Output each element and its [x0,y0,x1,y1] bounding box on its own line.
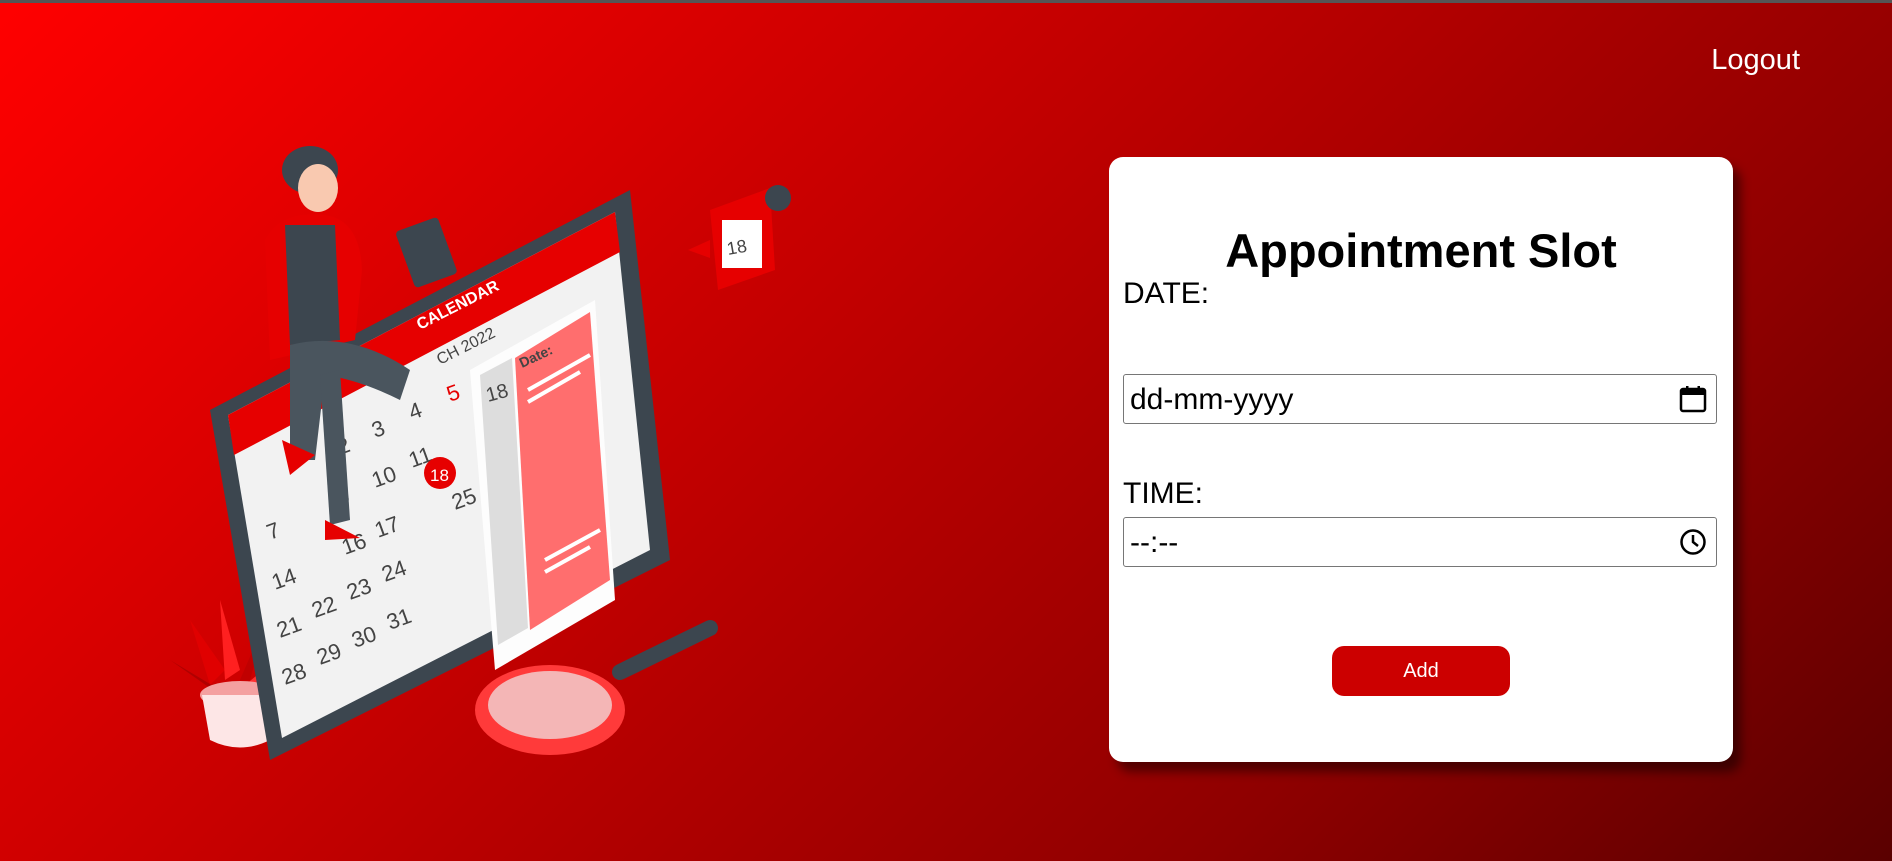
calendar-illustration: CALENDAR CH 2022 7 9 10 11 14 16 17 25 2… [170,146,791,760]
calendar-icon[interactable] [1678,384,1708,414]
clock-icon[interactable] [1678,527,1708,557]
page-title: Appointment Slot [1225,224,1617,277]
time-input[interactable]: --:-- [1123,517,1717,567]
calendar-badge-icon: 18 [688,185,791,290]
date-input[interactable]: dd-mm-yyyy [1123,374,1717,424]
highlighted-day: 18 [430,466,449,485]
date-label: DATE: [1123,277,1210,310]
date-placeholder: dd-mm-yyyy [1130,383,1294,416]
logout-link[interactable]: Logout [1711,44,1800,77]
appointment-card: Appointment Slot DATE: dd-mm-yyyy TIME: … [1109,157,1733,762]
add-button[interactable]: Add [1332,646,1510,696]
calendar-badge-day: 18 [725,236,748,259]
top-border [0,0,1892,3]
time-placeholder: --:-- [1130,526,1179,559]
time-label: TIME: [1123,477,1203,510]
